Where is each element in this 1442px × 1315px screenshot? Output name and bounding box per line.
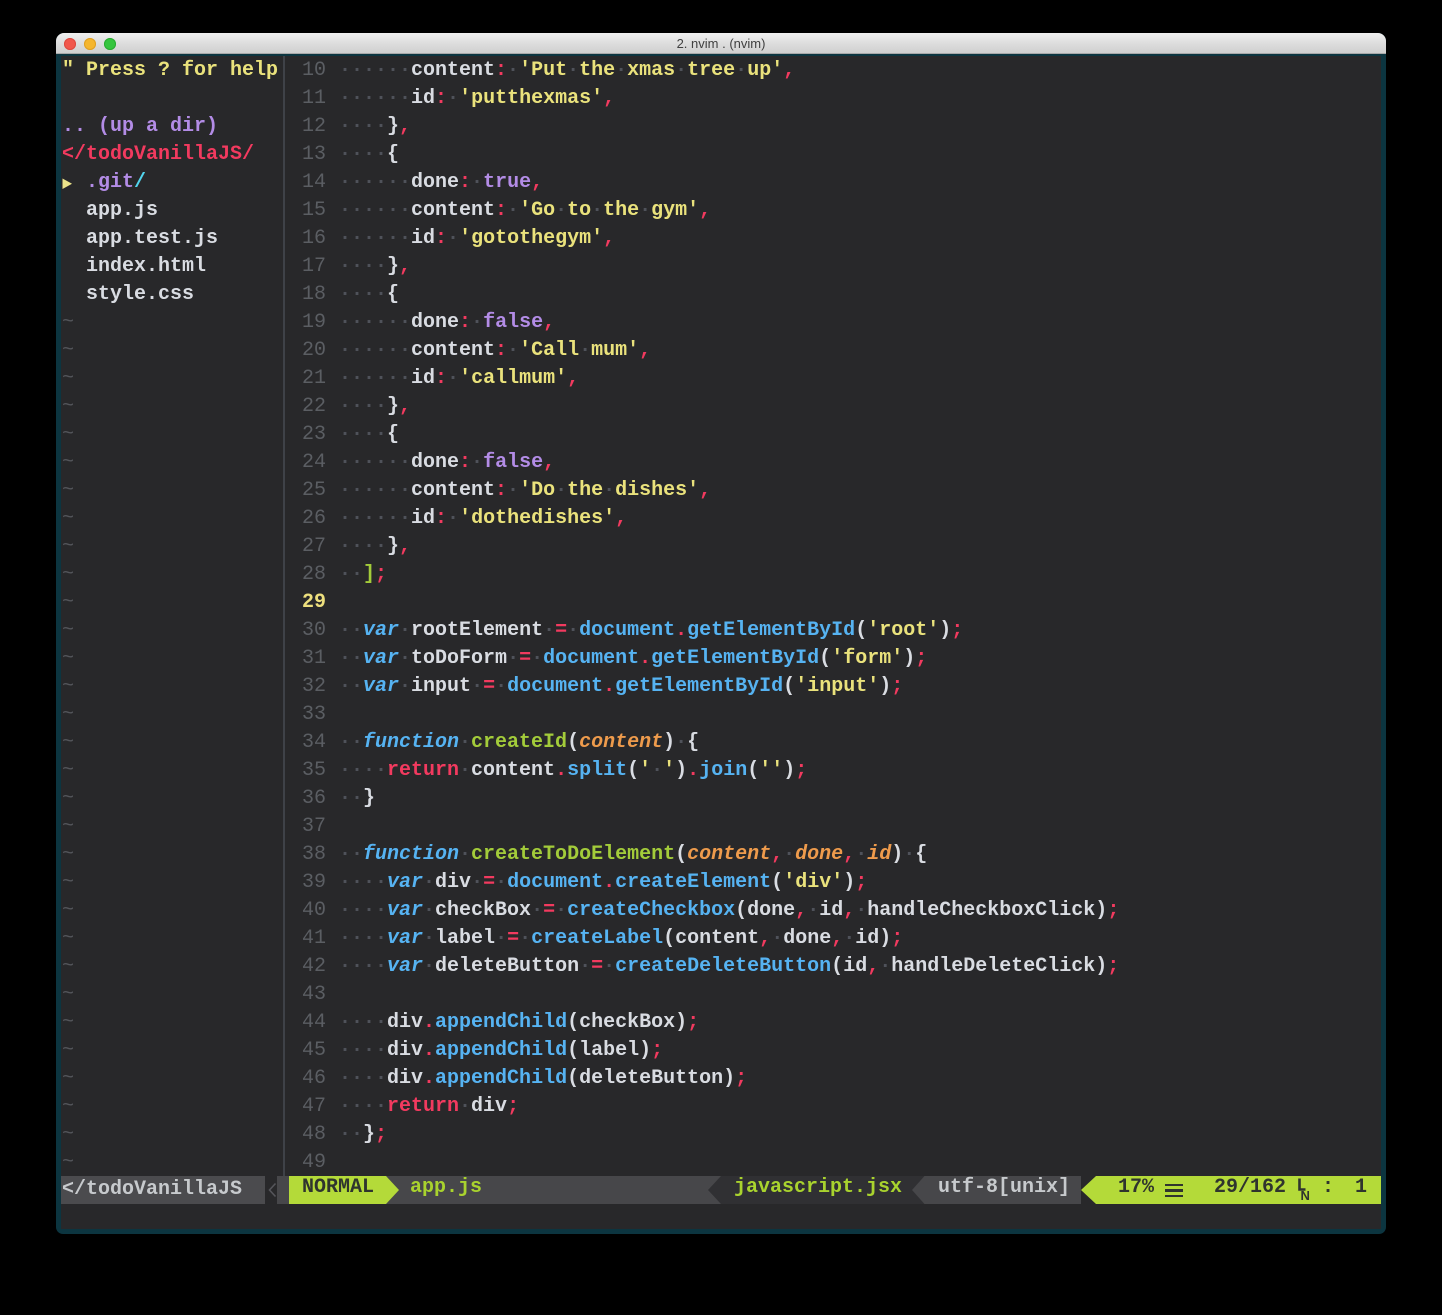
svg-text:N: N — [1301, 1188, 1310, 1203]
